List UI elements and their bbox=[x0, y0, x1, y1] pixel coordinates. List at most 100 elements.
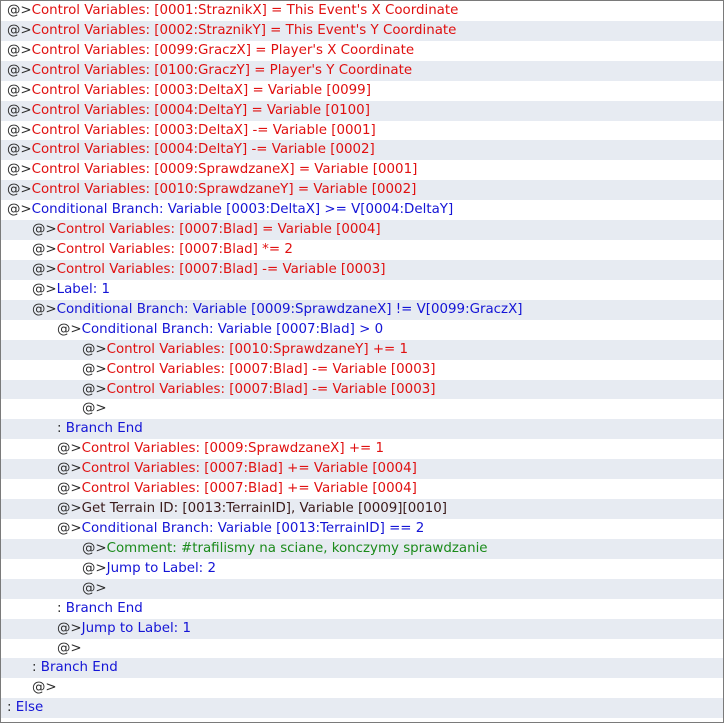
command-prefix: @> bbox=[82, 580, 107, 596]
command-prefix: @> bbox=[82, 560, 107, 576]
command-text: Control Variables: [0007:Blad] += Variab… bbox=[81, 461, 417, 477]
command-row[interactable]: @>Control Variables: [0009:SprawdzaneX] … bbox=[1, 439, 723, 459]
command-row[interactable]: @>Control Variables: [0007:Blad] -= Vari… bbox=[1, 360, 723, 380]
command-prefix: @> bbox=[57, 321, 82, 337]
command-prefix: @> bbox=[57, 620, 82, 636]
command-row[interactable]: @>Control Variables: [0007:Blad] += Vari… bbox=[1, 479, 723, 499]
command-text: Control Variables: [0010:SprawdzaneY] = … bbox=[31, 182, 417, 198]
command-text: Control Variables: [0007:Blad] = Variabl… bbox=[56, 222, 381, 238]
command-text: Control Variables: [0009:SprawdzaneX] +=… bbox=[81, 441, 385, 457]
command-row[interactable]: @>Control Variables: [0004:DeltaY] = Var… bbox=[1, 100, 723, 121]
command-row[interactable]: : Branch End bbox=[1, 419, 723, 440]
command-row[interactable]: @> bbox=[1, 678, 723, 698]
command-row[interactable]: @>Control Variables: [0007:Blad] = Varia… bbox=[1, 220, 723, 241]
command-prefix: : bbox=[7, 700, 16, 716]
command-text: Control Variables: [0002:StraznikY] = Th… bbox=[31, 22, 457, 38]
command-prefix: @> bbox=[57, 461, 82, 477]
command-text: Control Variables: [0007:Blad] -= Variab… bbox=[106, 361, 436, 377]
command-row[interactable]: @>Control Variables: [0100:GraczY] = Pla… bbox=[1, 60, 723, 81]
command-text: Conditional Branch: Variable [0009:Spraw… bbox=[56, 301, 523, 317]
command-row[interactable]: @>Control Variables: [0003:DeltaX] -= Va… bbox=[1, 121, 723, 141]
command-prefix: @> bbox=[32, 222, 57, 238]
command-prefix: @> bbox=[7, 3, 32, 18]
command-row[interactable]: @>Jump to Label: 1 bbox=[1, 618, 723, 639]
command-row[interactable]: : Branch End bbox=[1, 658, 723, 679]
command-row[interactable]: @>Control Variables: [0001:StraznikX] = … bbox=[1, 1, 723, 21]
command-prefix: @> bbox=[32, 261, 57, 277]
command-text: Conditional Branch: Variable [0003:Delta… bbox=[31, 202, 454, 218]
command-prefix: @> bbox=[7, 162, 32, 178]
command-row[interactable]: @> bbox=[1, 639, 723, 659]
command-prefix: @> bbox=[57, 640, 82, 656]
command-prefix: @> bbox=[7, 122, 32, 138]
command-prefix: @> bbox=[32, 680, 57, 696]
command-prefix: @> bbox=[7, 42, 32, 58]
command-prefix: @> bbox=[7, 202, 32, 218]
command-row[interactable]: : Else bbox=[1, 698, 723, 719]
command-prefix: @> bbox=[7, 82, 32, 98]
command-row[interactable]: @>Conditional Branch: Variable [0009:Spr… bbox=[1, 299, 723, 320]
command-text: Control Variables: [0004:DeltaY] -= Vari… bbox=[31, 142, 375, 158]
command-row[interactable]: @>Conditional Branch: Variable [0007:Bla… bbox=[1, 320, 723, 340]
command-text: Comment: #trafilismy na sciane, konczymy… bbox=[106, 540, 488, 556]
command-row[interactable]: @>Control Variables: [0010:SprawdzaneY] … bbox=[1, 339, 723, 360]
command-row[interactable]: @>Control Variables: [0002:StraznikY] = … bbox=[1, 20, 723, 41]
command-prefix: @> bbox=[82, 341, 107, 357]
command-prefix: @> bbox=[57, 441, 82, 457]
command-text: Control Variables: [0007:Blad] -= Variab… bbox=[106, 381, 436, 397]
command-text: Control Variables: [0010:SprawdzaneY] +=… bbox=[106, 341, 409, 357]
command-text: Conditional Branch: Variable [0013:Terra… bbox=[81, 520, 425, 536]
command-row[interactable]: @>Comment: #trafilismy na sciane, konczy… bbox=[1, 538, 723, 559]
command-row[interactable]: @>Control Variables: [0010:SprawdzaneY] … bbox=[1, 180, 723, 201]
command-text: Control Variables: [0099:GraczX] = Playe… bbox=[31, 42, 415, 58]
command-text: Control Variables: [0007:Blad] *= 2 bbox=[56, 242, 293, 258]
command-row[interactable]: @> bbox=[1, 399, 723, 419]
command-prefix: : bbox=[57, 600, 66, 616]
command-text: Control Variables: [0003:DeltaX] = Varia… bbox=[31, 82, 371, 98]
command-row[interactable]: : Branch End bbox=[1, 599, 723, 619]
event-command-list[interactable]: @>Control Variables: [0001:StraznikX] = … bbox=[0, 0, 724, 723]
command-text: Control Variables: [0007:Blad] -= Variab… bbox=[56, 261, 386, 277]
command-prefix: @> bbox=[82, 361, 107, 377]
command-text: Control Variables: [0001:StraznikX] = Th… bbox=[31, 3, 459, 18]
command-prefix: @> bbox=[82, 540, 107, 556]
command-row[interactable]: @>Label: 1 bbox=[1, 280, 723, 300]
command-text: Label: 1 bbox=[56, 281, 111, 297]
command-prefix: @> bbox=[57, 520, 82, 536]
command-row[interactable]: @>Control Variables: [0007:Blad] += Vari… bbox=[1, 459, 723, 480]
command-row[interactable]: @>Control Variables: [0007:Blad] -= Vari… bbox=[1, 259, 723, 280]
command-prefix: : bbox=[32, 660, 41, 676]
command-prefix: : bbox=[57, 421, 66, 437]
command-text: Control Variables: [0100:GraczY] = Playe… bbox=[31, 62, 413, 78]
command-text: Conditional Branch: Variable [0007:Blad]… bbox=[81, 321, 384, 337]
command-prefix: @> bbox=[7, 22, 32, 38]
command-text: Else bbox=[15, 700, 44, 716]
command-prefix: @> bbox=[7, 142, 32, 158]
command-row[interactable]: @>Control Variables: [0007:Blad] -= Vari… bbox=[1, 379, 723, 400]
command-text: Branch End bbox=[65, 600, 143, 616]
command-prefix: @> bbox=[32, 281, 57, 297]
command-row[interactable]: @>Get Terrain ID: [0013:TerrainID], Vari… bbox=[1, 499, 723, 519]
command-prefix: @> bbox=[7, 62, 32, 78]
command-row[interactable]: @>Control Variables: [0009:SprawdzaneX] … bbox=[1, 160, 723, 180]
command-row[interactable]: @>Jump to Label: 2 bbox=[1, 559, 723, 579]
command-text: Control Variables: [0004:DeltaY] = Varia… bbox=[31, 102, 370, 118]
command-prefix: @> bbox=[7, 182, 32, 198]
command-prefix: @> bbox=[57, 501, 82, 517]
command-row[interactable]: @>Conditional Branch: Variable [0003:Del… bbox=[1, 200, 723, 220]
command-text: Control Variables: [0007:Blad] += Variab… bbox=[81, 481, 417, 497]
command-prefix: @> bbox=[7, 102, 32, 118]
command-row[interactable]: @>Control Variables: [0003:DeltaX] = Var… bbox=[1, 81, 723, 101]
command-row[interactable]: @> bbox=[1, 578, 723, 599]
command-text: Control Variables: [0009:SprawdzaneX] = … bbox=[31, 162, 418, 178]
command-row[interactable]: @>Conditional Branch: Variable [0013:Ter… bbox=[1, 519, 723, 539]
command-row[interactable]: @>Control Variables: [0099:GraczX] = Pla… bbox=[1, 41, 723, 61]
command-text: Control Variables: [0003:DeltaX] -= Vari… bbox=[31, 122, 376, 138]
command-text: Jump to Label: 2 bbox=[106, 560, 216, 576]
command-text: Get Terrain ID: [0013:TerrainID], Variab… bbox=[81, 501, 448, 517]
command-text: Jump to Label: 1 bbox=[81, 620, 191, 636]
command-row[interactable]: @>Control Variables: [0004:DeltaY] -= Va… bbox=[1, 140, 723, 161]
command-prefix: @> bbox=[82, 401, 107, 417]
command-row[interactable]: @>Control Variables: [0007:Blad] *= 2 bbox=[1, 240, 723, 260]
command-prefix: @> bbox=[32, 242, 57, 258]
